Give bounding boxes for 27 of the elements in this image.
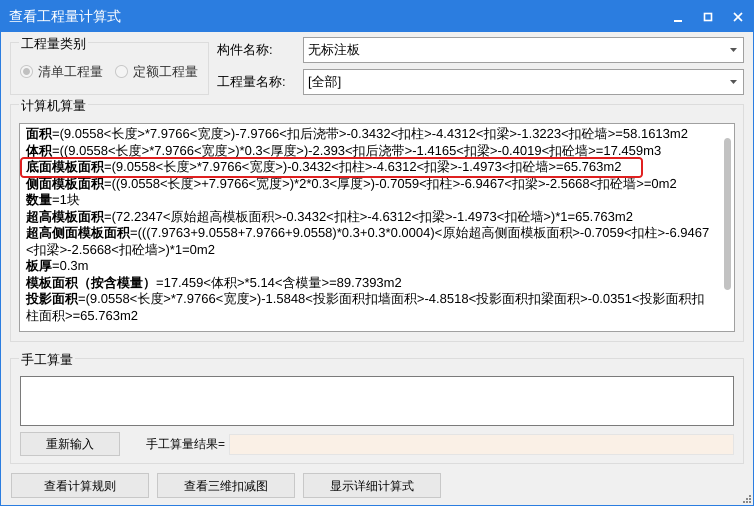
dialog-button[interactable]: 显示详细计算式 — [303, 473, 441, 498]
maximize-icon — [703, 12, 713, 22]
formula-line: 数量=1块 — [26, 192, 81, 208]
formula-line: 超高模板面积=(72.2347<原始超高模板面积>-0.3432<扣柱>-4.6312<扣梁>-1.4973<扣砼墙>)*1=65.763m2 — [26, 208, 634, 225]
dropdown[interactable]: [全部] — [303, 69, 744, 95]
scrollbar-thumb[interactable] — [724, 138, 730, 290]
field-label: 构件名称: — [217, 41, 274, 60]
reset-button[interactable]: 重新输入 — [20, 432, 120, 456]
result-label: 手工算量结果= — [146, 436, 226, 453]
formula-line: 底面模板面积=(9.0558<长度>*7.9766<宽度>)-0.3432<扣柱>-4.6312<扣梁>-1.4973<扣砼墙>=65.763m2 — [22, 159, 642, 176]
dialog-button[interactable]: 查看三维扣减图 — [157, 473, 295, 498]
caret-icon — [730, 80, 737, 84]
formula-line: 超高侧面模板面积=(((7.9763+9.0558+7.9766+9.0558)*0.3+0.3*0.0004)<原始超高侧面模板面积>-0.7059<扣柱>-6.9467<扣梁>-2.5668<扣砼墙>)*1=0m2 — [26, 225, 710, 258]
formula-line: 板厚=0.3m — [26, 258, 90, 274]
close-icon — [733, 12, 743, 22]
minimize-icon — [674, 20, 682, 22]
window-title: 查看工程量计算式 — [9, 7, 122, 26]
caret-icon — [730, 48, 737, 52]
formula-line: 模板面积（按含模量）=17.459<体积>*5.14<含模量>=89.7393m2 — [26, 274, 403, 291]
dialog-button[interactable]: 查看计算规则 — [11, 473, 149, 498]
formula-line: 面积=(9.0558<长度>*7.9766<宽度>)-7.9766<扣后浇带>-0.3432<扣柱>-4.4312<扣梁>-1.3223<扣砼墙>=58.1613m2 — [26, 126, 689, 142]
field-label: 工程量名称: — [217, 73, 287, 92]
dropdown[interactable]: 无标注板 — [303, 37, 744, 63]
formula-line: 投影面积=(9.0558<长度>*7.9766<宽度>)-1.5848<投影面积扣墙面积>-4.8518<投影面积扣梁面积>-0.0351<投影面积扣柱面积>=65.763m2 — [26, 291, 706, 324]
resize-grip-icon[interactable] — [743, 495, 751, 503]
formula-line: 体积=((9.0558<长度>*7.9766<宽度>)*0.3<厚度>)-2.393<扣后浇带>-1.4165<扣梁>-0.4019<扣砼墙>=17.459m3 — [26, 142, 662, 159]
manual-input-field[interactable] — [20, 376, 734, 426]
